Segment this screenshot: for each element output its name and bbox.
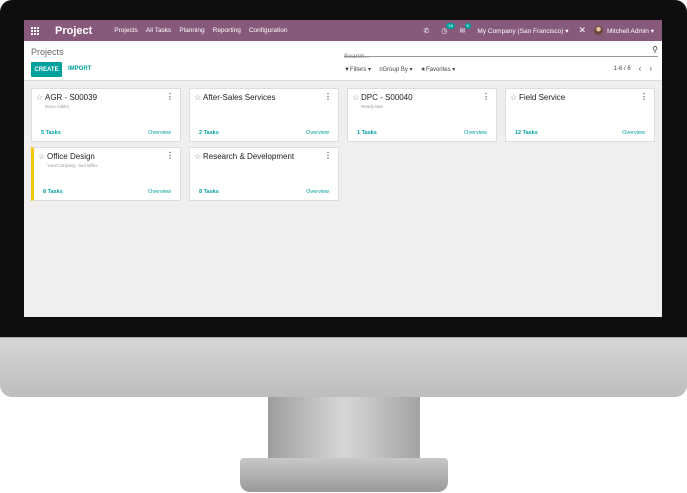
tasks-link[interactable]: 12 Tasks xyxy=(515,130,538,136)
project-name: Research & Development xyxy=(203,152,295,161)
menu-reporting[interactable]: Reporting xyxy=(213,27,241,34)
group-by-label: Group By xyxy=(382,67,408,73)
company-switcher[interactable]: My Company (San Francisco) ▾ xyxy=(477,27,568,35)
tasks-link[interactable]: 5 Tasks xyxy=(41,130,61,136)
user-menu[interactable]: Mitchell Admin ▾ xyxy=(607,27,654,35)
create-button[interactable]: CREATE xyxy=(31,62,62,77)
project-name: Office Design xyxy=(47,152,95,161)
search-bar: ⚲ xyxy=(344,45,658,62)
tasks-link[interactable]: 8 Tasks xyxy=(43,189,63,195)
control-panel: Projects CREATE IMPORT ⚲ ▼Filters ▾ ≡Gro… xyxy=(24,41,662,81)
project-card[interactable]: ☆ AGR - S00039 Deco Addict ⋮ 5 Tasks Ove… xyxy=(31,88,181,142)
search-input[interactable] xyxy=(344,51,634,62)
menu-all-tasks[interactable]: All Tasks xyxy=(146,27,172,34)
favorite-star-icon[interactable]: ☆ xyxy=(38,152,45,161)
tasks-link[interactable]: 2 Tasks xyxy=(199,130,219,136)
overview-link[interactable]: Overview xyxy=(148,189,171,195)
top-navbar: Project Projects All Tasks Planning Repo… xyxy=(24,20,662,41)
card-menu-icon[interactable]: ⋮ xyxy=(166,151,174,160)
search-options: ▼Filters ▾ ≡Group By ▾ ★Favorites ▾ xyxy=(344,66,463,73)
message-count-badge: 6 xyxy=(464,22,471,29)
favorites-label: Favorites xyxy=(425,67,451,73)
favorite-star-icon[interactable]: ☆ xyxy=(510,93,517,102)
overview-link[interactable]: Overview xyxy=(464,130,487,136)
breadcrumb: Projects xyxy=(31,47,64,57)
group-by-dropdown[interactable]: ≡Group By ▾ xyxy=(379,66,413,73)
pager-previous-icon[interactable]: ‹ xyxy=(639,65,642,73)
project-name: DPC - S00040 xyxy=(361,93,413,102)
overview-link[interactable]: Overview xyxy=(622,130,645,136)
overview-link[interactable]: Overview xyxy=(306,189,329,195)
menu-planning[interactable]: Planning xyxy=(179,27,204,34)
menu-projects[interactable]: Projects xyxy=(114,27,137,34)
pager-next-icon[interactable]: › xyxy=(649,65,652,73)
favorite-star-icon[interactable]: ☆ xyxy=(194,93,201,102)
search-icon[interactable]: ⚲ xyxy=(652,45,658,54)
card-menu-icon[interactable]: ⋮ xyxy=(324,92,332,101)
project-card[interactable]: ☆ Field Service ⋮ 12 Tasks Overview xyxy=(505,88,655,142)
pager: 1-6 / 6 ‹ › xyxy=(614,65,652,73)
project-card[interactable]: ☆ After-Sales Services ⋮ 2 Tasks Overvie… xyxy=(189,88,339,142)
chat-icon[interactable]: ✉ 6 xyxy=(460,22,471,35)
pager-value[interactable]: 1-6 / 6 xyxy=(614,66,631,72)
close-icon[interactable]: ✕ xyxy=(578,25,586,36)
tasks-link[interactable]: 8 Tasks xyxy=(199,189,219,195)
tasks-link[interactable]: 1 Tasks xyxy=(357,130,377,136)
filters-dropdown[interactable]: ▼Filters ▾ xyxy=(344,66,371,73)
card-menu-icon[interactable]: ⋮ xyxy=(166,92,174,101)
project-card[interactable]: ☆ DPC - S00040 Ready Mat ⋮ 1 Tasks Overv… xyxy=(347,88,497,142)
apps-grid-icon[interactable] xyxy=(24,20,46,41)
company-name: My Company (San Francisco) xyxy=(477,27,564,35)
project-card[interactable]: ☆ Research & Development ⋮ 8 Tasks Overv… xyxy=(189,147,339,201)
phone-icon[interactable]: ✆ xyxy=(424,27,430,35)
project-name: Field Service xyxy=(519,93,566,102)
activity-clock-icon[interactable]: ◷ 18 xyxy=(441,22,455,35)
favorite-star-icon[interactable]: ☆ xyxy=(352,93,359,102)
project-name: AGR - S00039 xyxy=(45,93,98,102)
avatar[interactable] xyxy=(594,26,604,35)
filters-label: Filters xyxy=(349,67,367,73)
favorite-star-icon[interactable]: ☆ xyxy=(36,93,43,102)
favorites-dropdown[interactable]: ★Favorites ▾ xyxy=(421,66,456,73)
project-customer: Deco Addict xyxy=(45,104,70,109)
menu-configuration[interactable]: Configuration xyxy=(249,27,288,34)
favorite-star-icon[interactable]: ☆ xyxy=(194,152,201,161)
import-button[interactable]: IMPORT xyxy=(68,66,91,72)
monitor-stand-neck xyxy=(268,397,420,459)
card-menu-icon[interactable]: ⋮ xyxy=(640,92,648,101)
project-card[interactable]: ☆ Office Design YourCompany, Joel Willis… xyxy=(31,147,181,201)
project-customer: Ready Mat xyxy=(361,104,383,109)
user-name: Mitchell Admin xyxy=(607,27,649,35)
app-title[interactable]: Project xyxy=(55,25,92,37)
activity-count-badge: 18 xyxy=(446,22,455,29)
project-customer: YourCompany, Joel Willis xyxy=(47,163,98,168)
overview-link[interactable]: Overview xyxy=(148,130,171,136)
monitor-stand-foot xyxy=(240,458,448,492)
screen: Project Projects All Tasks Planning Repo… xyxy=(24,20,662,317)
monitor-chin xyxy=(0,337,687,397)
project-name: After-Sales Services xyxy=(203,93,276,102)
overview-link[interactable]: Overview xyxy=(306,130,329,136)
card-menu-icon[interactable]: ⋮ xyxy=(324,151,332,160)
card-menu-icon[interactable]: ⋮ xyxy=(482,92,490,101)
